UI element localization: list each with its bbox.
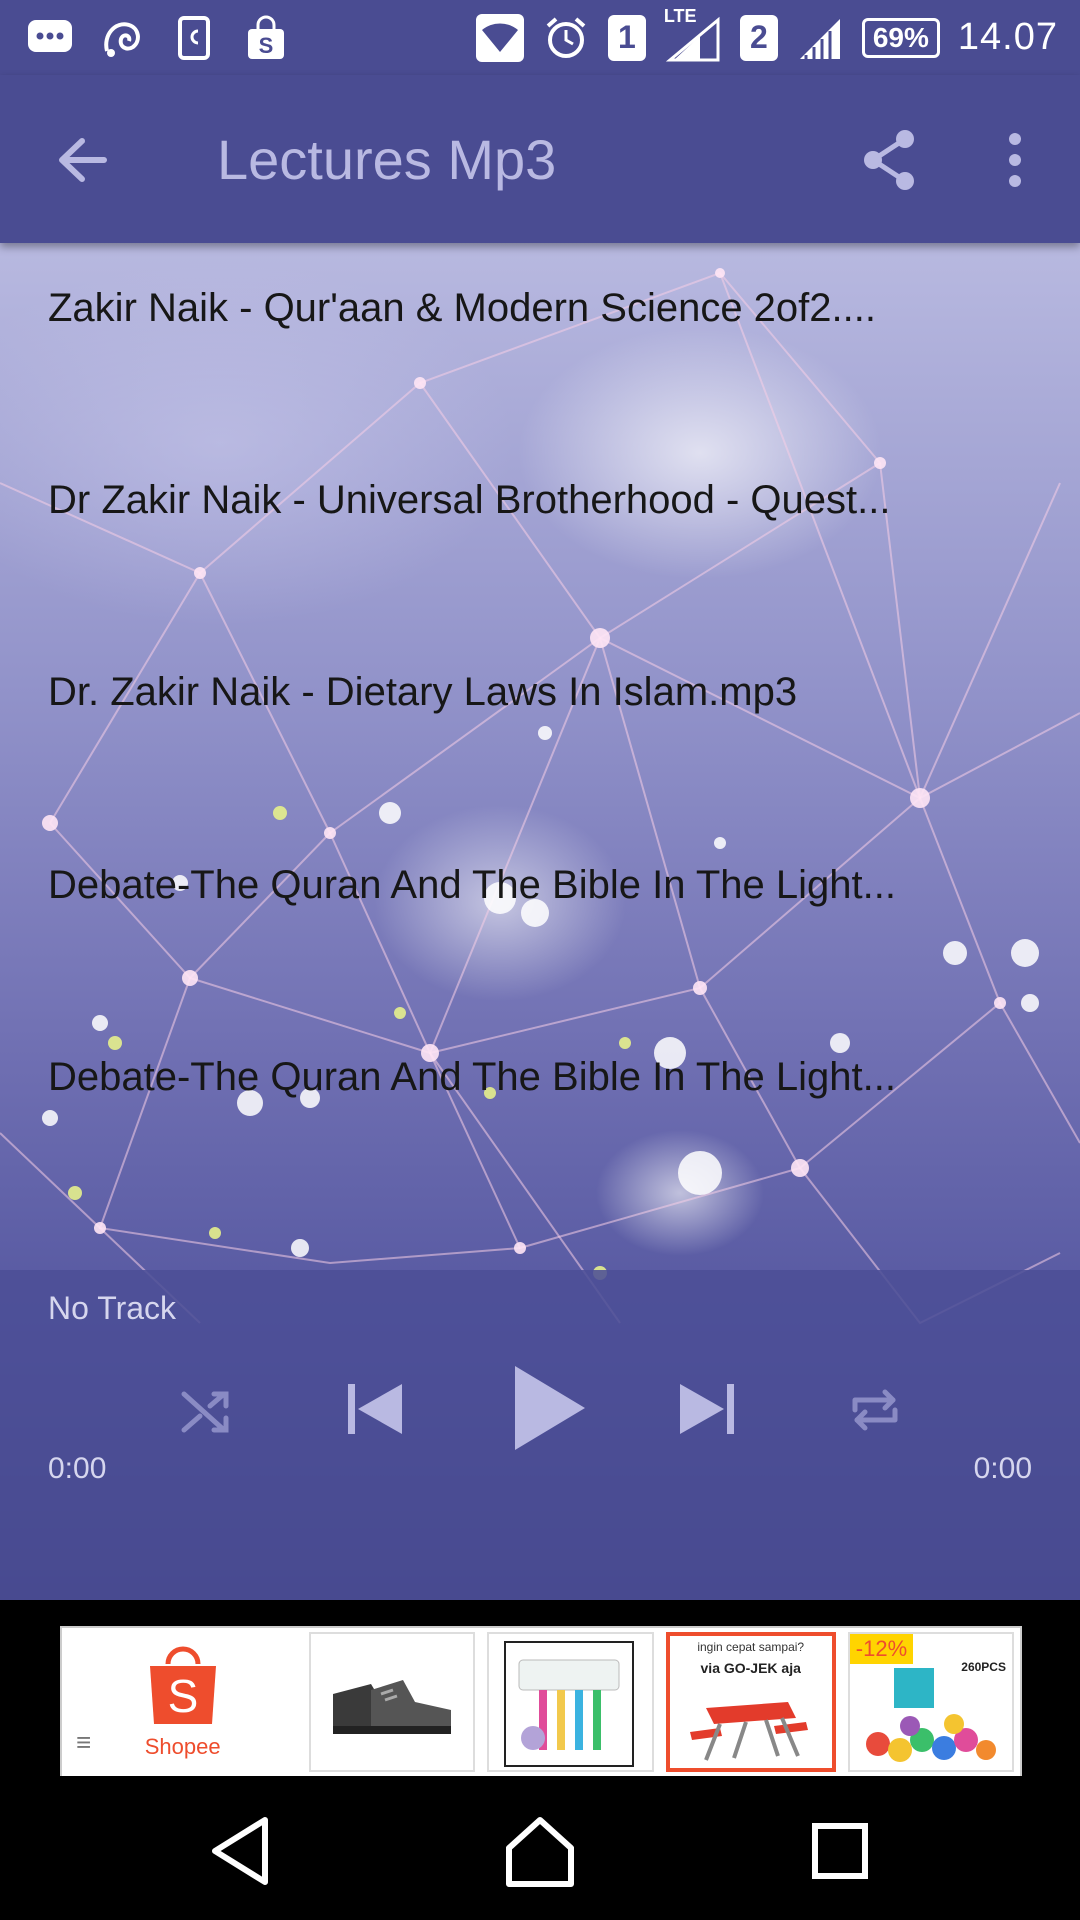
previous-button[interactable] — [340, 1374, 410, 1444]
signal-icon: LTE — [664, 6, 722, 62]
ad-product-folding-table[interactable]: ingin cepat sampai? via GO-JEK aja — [665, 1632, 836, 1772]
navigation-bar — [0, 1776, 1080, 1920]
ad-product-toothbrush-holder[interactable] — [487, 1632, 654, 1772]
status-bar: S 1 LTE 2 69% 14.07 — [0, 0, 1080, 75]
toothbrush-holder-icon — [504, 1641, 635, 1767]
network-type-label: LTE — [663, 5, 697, 26]
ad-product-toy-blocks[interactable]: -12% 260PCS — [847, 1632, 1014, 1772]
folding-table-icon — [689, 1702, 808, 1761]
shuffle-button[interactable] — [176, 1380, 236, 1440]
track-item[interactable]: Dr. Zakir Naik - Dietary Laws In Islam.m… — [48, 667, 948, 717]
track-item[interactable]: Debate-The Quran And The Bible In The Li… — [48, 860, 948, 910]
page-title: Lectures Mp3 — [217, 128, 557, 191]
ad-banner[interactable]: S Shopee ≡ ingin cepat sampai? via GO-JE… — [60, 1626, 1022, 1778]
more-options-button[interactable] — [990, 125, 1040, 195]
shopee-logo[interactable]: S Shopee ≡ — [62, 1628, 303, 1776]
previous-icon — [348, 1384, 402, 1434]
track-item[interactable]: Zakir Naik - Qur'aan & Modern Science 2o… — [48, 283, 948, 333]
sim1-badge: 1 — [607, 14, 646, 61]
messenger-icon — [26, 14, 74, 62]
ad-product-boots[interactable] — [309, 1632, 476, 1772]
piece-count-label: 260PCS — [961, 1660, 1006, 1674]
nav-back-icon — [212, 1817, 268, 1885]
nav-back-button[interactable] — [197, 1806, 287, 1896]
elapsed-time: 0:00 — [48, 1452, 107, 1485]
total-duration: 0:00 — [973, 1452, 1032, 1485]
ad-brand-name: Shopee — [144, 1734, 221, 1759]
now-playing-title: No Track — [48, 1290, 177, 1326]
repeat-icon — [852, 1389, 898, 1431]
next-icon — [680, 1384, 734, 1434]
svg-text:S: S — [259, 33, 274, 58]
repeat-button[interactable] — [845, 1380, 905, 1440]
nav-recents-icon — [812, 1823, 868, 1879]
alarm-icon — [542, 14, 590, 62]
back-button[interactable] — [48, 125, 118, 195]
ad-menu-icon[interactable]: ≡ — [76, 1727, 91, 1758]
track-item[interactable]: Debate-The Quran And The Bible In The Li… — [48, 1052, 948, 1102]
shopee-letter: S — [167, 1670, 198, 1722]
boots-icon — [333, 1680, 452, 1734]
discount-badge: -12% — [849, 1634, 914, 1664]
play-icon — [515, 1366, 585, 1450]
nav-recents-button[interactable] — [795, 1806, 885, 1896]
signal-icon — [796, 14, 844, 62]
shopee-bag-icon: S — [149, 1646, 216, 1724]
back-arrow-icon — [59, 138, 107, 182]
track-item[interactable]: Dr Zakir Naik - Universal Brotherhood - … — [48, 475, 948, 525]
uc-browser-icon — [98, 14, 146, 62]
share-button[interactable] — [855, 125, 925, 195]
play-button[interactable] — [505, 1360, 595, 1456]
share-icon — [864, 130, 914, 190]
sim2-badge: 2 — [739, 14, 778, 61]
wifi-icon — [475, 13, 524, 62]
more-vert-icon — [1009, 133, 1021, 187]
clip-icon — [170, 14, 218, 62]
shopping-bag-icon: S — [242, 14, 290, 62]
shuffle-icon — [181, 1391, 229, 1433]
clock: 14.07 — [957, 16, 1058, 58]
app-bar: Lectures Mp3 — [0, 75, 1080, 243]
track-list-area: Zakir Naik - Qur'aan & Modern Science 2o… — [0, 243, 1080, 1600]
next-button[interactable] — [672, 1374, 742, 1444]
player-panel: No Track 0:00 0:00 — [0, 1270, 1080, 1600]
nav-home-icon — [506, 1817, 574, 1887]
battery-indicator: 69% — [861, 17, 940, 58]
nav-home-button[interactable] — [495, 1806, 585, 1896]
